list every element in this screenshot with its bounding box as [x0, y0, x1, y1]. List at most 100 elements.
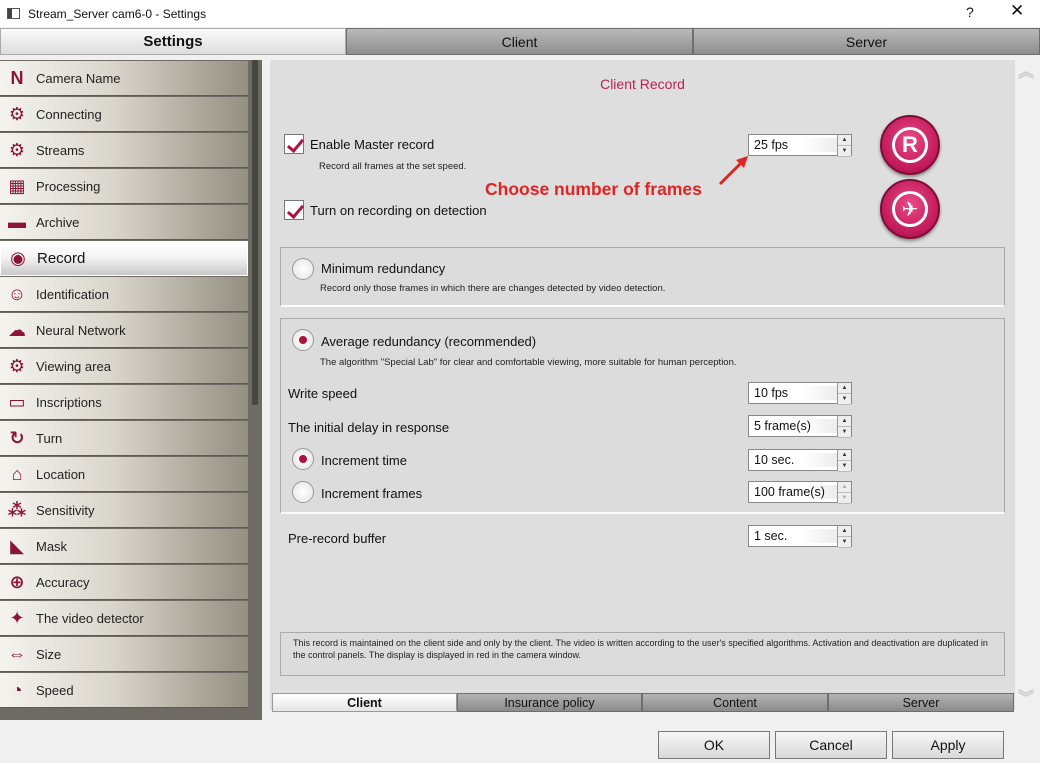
annotation-text: Choose number of frames [485, 179, 702, 199]
spin-down-icon[interactable]: ▼ [838, 461, 851, 472]
record-button[interactable]: R [880, 115, 940, 175]
gear-icon: ⚙ [8, 103, 26, 124]
spin-down-icon[interactable]: ▼ [838, 394, 851, 405]
tab-server-bottom[interactable]: Server [828, 693, 1014, 712]
sidebar-item-mask[interactable]: ◣ Mask [0, 529, 248, 564]
spin-down-icon[interactable]: ▼ [838, 537, 851, 548]
spin-up-icon[interactable]: ▲ [838, 383, 851, 394]
sidebar-item-label: Record [37, 250, 86, 267]
spin-up-icon[interactable]: ▲ [838, 526, 851, 537]
section-title: Client Record [600, 76, 685, 92]
increment-time-value: 10 sec. [749, 453, 837, 467]
tab-client-bottom[interactable]: Client [272, 693, 457, 712]
sidebar-scrollbar[interactable] [252, 60, 258, 405]
sidebar-item-inscriptions[interactable]: ▭ Inscriptions [0, 385, 248, 420]
sidebar-item-label: Speed [36, 682, 74, 698]
sidebar-item-processing[interactable]: ▦ Processing [0, 169, 248, 204]
pre-record-stepper[interactable]: 1 sec. ▲ ▼ [748, 525, 852, 548]
sidebar-item-turn[interactable]: ↻ Turn [0, 421, 248, 456]
sidebar-item-streams[interactable]: ⚙ Streams [0, 133, 248, 168]
spin-up-icon[interactable]: ▲ [838, 135, 851, 146]
avg-redundancy-desc: The algorithm "Special Lab" for clear an… [320, 357, 737, 368]
increment-frames-stepper[interactable]: 100 frame(s) ▲ ▼ [748, 481, 852, 504]
detection-checkbox[interactable] [284, 200, 304, 220]
increment-frames-label: Increment frames [321, 486, 423, 501]
write-speed-stepper[interactable]: 10 fps ▲ ▼ [748, 382, 852, 405]
sidebar-item-identification[interactable]: ☺ Identification [0, 277, 248, 312]
spin-up-icon[interactable]: ▲ [838, 482, 851, 493]
avg-redundancy-radio[interactable] [292, 329, 314, 351]
main-panel: Client Record Enable Master record Recor… [270, 60, 1015, 710]
min-redundancy-desc: Record only those frames in which there … [320, 283, 666, 294]
monitor-icon: ▦ [8, 175, 26, 196]
sidebar-item-connecting[interactable]: ⚙ Connecting [0, 97, 248, 132]
spin-down-icon[interactable]: ▼ [838, 146, 851, 157]
increment-time-label: Increment time [321, 453, 407, 468]
sidebar-item-label: Size [36, 646, 62, 662]
sidebar-item-accuracy[interactable]: ⊕ Accuracy [0, 565, 248, 600]
sidebar-item-label: Accuracy [36, 574, 90, 590]
spin-down-icon[interactable]: ▼ [838, 427, 851, 438]
sidebar-item-label: Streams [36, 142, 85, 158]
gear-icon: ⚙ [8, 139, 26, 160]
sidebar-item-label: Viewing area [36, 358, 111, 374]
sidebar-item-label: Mask [36, 538, 68, 554]
tab-server[interactable]: Server [693, 28, 1040, 55]
detection-label: Turn on recording on detection [310, 203, 487, 218]
scroll-up-icon[interactable]: ︽ [1018, 65, 1034, 81]
tab-settings[interactable]: Settings [0, 28, 346, 55]
sidebar-item-camera-name[interactable]: N Camera Name [0, 61, 248, 96]
sidebar-item-label: Location [36, 466, 86, 482]
caption-icon: ▭ [8, 391, 26, 412]
ok-button[interactable]: OK [658, 731, 770, 759]
tab-content[interactable]: Content [642, 693, 828, 712]
min-redundancy-group: Minimum redundancy Record only those fra… [280, 247, 1005, 307]
avg-redundancy-label: Average redundancy (recommended) [321, 334, 537, 349]
increment-time-stepper[interactable]: 10 sec. ▲ ▼ [748, 449, 852, 472]
min-redundancy-radio[interactable] [292, 258, 314, 280]
sidebar-item-label: Connecting [36, 106, 102, 122]
sidebar-item-location[interactable]: ⌂ Location [0, 457, 248, 492]
cancel-button[interactable]: Cancel [775, 731, 887, 759]
rotate-icon: ↻ [9, 427, 25, 448]
sidebar-item-viewing-area[interactable]: ⚙ Viewing area [0, 349, 248, 384]
spin-up-icon[interactable]: ▲ [838, 416, 851, 427]
sidebar-item-video-detector[interactable]: ✦ The video detector [0, 601, 248, 636]
sidebar-item-label: The video detector [36, 610, 144, 626]
sidebar-item-neural-network[interactable]: ☁ Neural Network [0, 313, 248, 348]
detection-record-button[interactable]: ✈ [880, 179, 940, 239]
tab-client[interactable]: Client [346, 28, 693, 55]
increment-time-radio[interactable] [292, 448, 314, 470]
window-title: Stream_Server cam6-0 - Settings [28, 6, 207, 21]
apply-button[interactable]: Apply [892, 731, 1004, 759]
sidebar-item-size[interactable]: ⇔ Size [0, 637, 248, 672]
face-icon: ☺ [7, 283, 27, 304]
sidebar-item-record[interactable]: ◉ Record [0, 241, 248, 276]
initial-delay-stepper[interactable]: 5 frame(s) ▲ ▼ [748, 415, 852, 438]
enable-master-label: Enable Master record [310, 137, 435, 152]
title-bar: Stream_Server cam6-0 - Settings ? ✕ [0, 0, 1040, 27]
bottom-tabs: Client Insurance policy Content Server [272, 693, 1014, 712]
increment-frames-radio[interactable] [292, 481, 314, 503]
tab-insurance-policy[interactable]: Insurance policy [457, 693, 642, 712]
sidebar-item-archive[interactable]: ▬ Archive [0, 205, 248, 240]
record-icon: ◉ [10, 248, 26, 268]
app-icon [7, 8, 20, 19]
sidebar-item-sensitivity[interactable]: ⁂ Sensitivity [0, 493, 248, 528]
sidebar-item-label: Camera Name [36, 70, 121, 86]
master-fps-stepper[interactable]: 25 fps ▲ ▼ [748, 134, 852, 157]
sensitivity-icon: ⁂ [7, 499, 27, 520]
spin-up-icon[interactable]: ▲ [838, 450, 851, 461]
sidebar: N Camera Name ⚙ Connecting ⚙ Streams ▦ Proce… [0, 60, 262, 720]
enable-master-checkbox[interactable] [284, 134, 304, 154]
close-button[interactable]: ✕ [1010, 1, 1024, 21]
annotation-arrow-icon [718, 156, 748, 186]
write-speed-label: Write speed [288, 386, 358, 401]
master-fps-value: 25 fps [749, 138, 837, 152]
scroll-down-icon[interactable]: ︾ [1018, 691, 1034, 707]
house-icon: ⌂ [11, 463, 23, 484]
help-button[interactable]: ? [966, 4, 974, 20]
spin-down-icon[interactable]: ▼ [838, 493, 851, 504]
sidebar-item-speed[interactable]: ◔ Speed [0, 673, 248, 708]
running-man-icon: ✈ [892, 191, 928, 227]
